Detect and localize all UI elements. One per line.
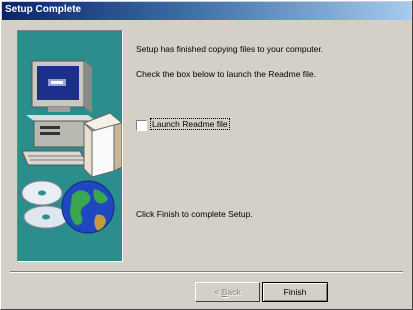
launch-readme-checkbox[interactable]	[136, 120, 147, 131]
setup-dialog: Setup Complete Setup has finished copyin…	[0, 0, 413, 310]
title-bar[interactable]: Setup Complete	[2, 2, 411, 20]
setup-illustration	[17, 30, 123, 262]
launch-readme-label[interactable]: Launch Readme file	[150, 118, 230, 130]
finish-button[interactable]: Finish	[262, 282, 328, 302]
back-prefix: <	[214, 287, 222, 297]
check-box-instruction-text: Check the box below to launch the Readme…	[136, 69, 317, 79]
window-title: Setup Complete	[5, 4, 82, 15]
globe-illustration	[61, 180, 115, 234]
click-finish-text: Click Finish to complete Setup.	[136, 209, 253, 219]
back-button[interactable]: < Back	[195, 282, 260, 302]
button-separator	[10, 271, 403, 273]
cd-disc-illustration	[21, 180, 69, 229]
software-box-illustration	[82, 112, 122, 179]
finished-copying-text: Setup has finished copying files to your…	[136, 44, 324, 54]
back-rest: ack	[227, 287, 241, 297]
